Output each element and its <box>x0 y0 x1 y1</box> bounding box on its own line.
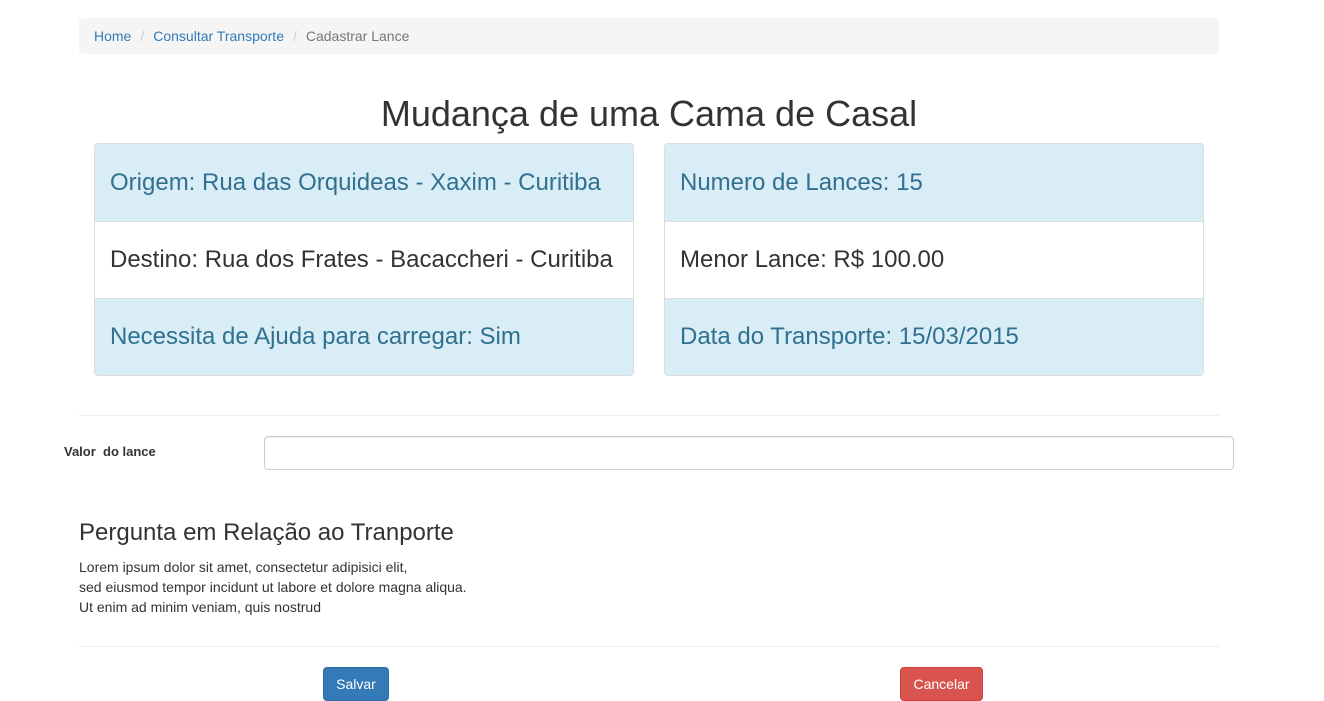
breadcrumb-current: Cadastrar Lance <box>305 28 410 44</box>
breadcrumb-consultar-transporte-link[interactable]: Consultar Transporte <box>153 28 284 44</box>
question-text: Lorem ipsum dolor sit amet, consectetur … <box>79 557 467 617</box>
breadcrumb-separator: / <box>292 28 297 44</box>
question-text-line: Ut enim ad minim veniam, quis nostrud <box>79 599 321 615</box>
question-text-line: sed eiusmod tempor incidunt ut labore et… <box>79 579 467 595</box>
bid-value-input[interactable] <box>264 436 1234 470</box>
breadcrumb-separator: / <box>140 28 145 44</box>
cancel-button[interactable]: Cancelar <box>900 667 983 701</box>
transport-date-item: Data do Transporte: 15/03/2015 <box>665 298 1203 375</box>
origin-item: Origem: Rua das Orquideas - Xaxim - Curi… <box>95 144 633 221</box>
page-title: Mudança de uma Cama de Casal <box>380 93 918 134</box>
bid-value-label: Valor do lance <box>64 444 156 459</box>
question-text-line: Lorem ipsum dolor sit amet, consectetur … <box>79 559 408 575</box>
transport-details-left: Origem: Rua das Orquideas - Xaxim - Curi… <box>94 143 634 376</box>
destination-item: Destino: Rua dos Frates - Bacaccheri - C… <box>95 221 633 298</box>
divider <box>79 415 1219 416</box>
divider <box>79 646 1219 647</box>
breadcrumb-home-link[interactable]: Home <box>94 28 131 44</box>
bid-count-item: Numero de Lances: 15 <box>665 144 1203 221</box>
save-button[interactable]: Salvar <box>323 667 389 701</box>
lowest-bid-item: Menor Lance: R$ 100.00 <box>665 221 1203 298</box>
breadcrumb: Home / Consultar Transporte / Cadastrar … <box>79 18 1219 54</box>
loading-help-item: Necessita de Ajuda para carregar: Sim <box>95 298 633 375</box>
transport-details-right: Numero de Lances: 15 Menor Lance: R$ 100… <box>664 143 1204 376</box>
question-title: Pergunta em Relação ao Tranporte <box>79 519 454 546</box>
